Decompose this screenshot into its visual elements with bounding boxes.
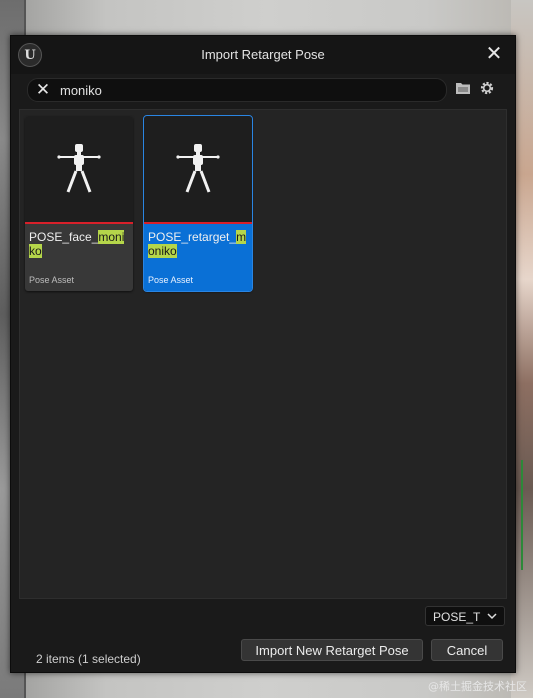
asset-type-label: Pose Asset [148,275,194,285]
pose-name-dropdown[interactable]: POSE_T [425,606,505,626]
close-icon[interactable]: ✕ [483,42,505,66]
folder-icon[interactable] [453,80,473,100]
skeleton-icon [57,144,101,193]
asset-type-label: Pose Asset [29,275,75,285]
asset-name: POSE_face_moniko [29,230,125,258]
clear-search-icon[interactable]: ✕ [32,79,54,101]
cancel-button[interactable]: Cancel [431,639,503,661]
gear-icon[interactable] [477,80,497,100]
asset-thumbnail [25,116,133,222]
dialog-titlebar: U Import Retarget Pose ✕ [11,36,515,74]
dropdown-value: POSE_T [433,610,481,624]
viewport-gizmo-line [521,460,523,570]
search-input[interactable] [60,81,430,99]
watermark: @稀土掘金技术社区 [428,680,527,693]
import-retarget-pose-dialog: U Import Retarget Pose ✕ ✕ moniko POSE_f… [10,35,516,673]
asset-thumbnail [144,116,252,222]
asset-type-color-bar [144,222,252,224]
chevron-down-icon [487,607,497,627]
asset-tile-pose-face[interactable]: POSE_face_moniko Pose Asset [25,116,133,291]
skeleton-icon [176,144,220,193]
items-count-status: 2 items (1 selected) [36,652,141,666]
asset-tile-pose-retarget[interactable]: POSE_retarget_moniko Pose Asset [143,115,253,292]
asset-name: POSE_retarget_moniko [148,230,247,258]
import-new-retarget-pose-button[interactable]: Import New Retarget Pose [241,639,423,661]
dialog-title: Import Retarget Pose [201,47,325,62]
asset-type-color-bar [25,222,133,224]
asset-picker-grid: POSE_face_moniko Pose Asset POSE_retarge… [19,109,507,666]
search-box: ✕ [27,78,447,102]
